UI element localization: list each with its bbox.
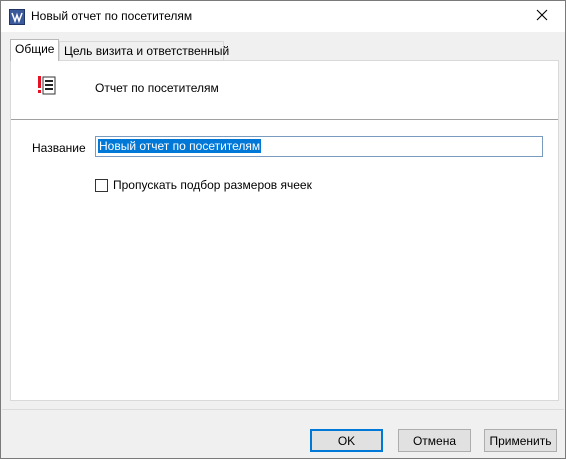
footer-divider bbox=[2, 409, 564, 410]
name-label: Название bbox=[32, 141, 86, 155]
separator-line bbox=[11, 119, 558, 120]
apply-button[interactable]: Применить bbox=[484, 429, 557, 452]
close-icon bbox=[536, 9, 548, 24]
tab-general[interactable]: Общие bbox=[10, 39, 59, 61]
skip-sizing-label: Пропускать подбор размеров ячеек bbox=[113, 178, 312, 192]
title-bar: Новый отчет по посетителям bbox=[1, 1, 565, 32]
name-input[interactable]: Новый отчет по посетителям bbox=[95, 136, 543, 157]
skip-sizing-option[interactable]: Пропускать подбор размеров ячеек bbox=[95, 178, 312, 192]
skip-sizing-checkbox[interactable] bbox=[95, 178, 108, 192]
report-list-icon bbox=[38, 75, 56, 97]
tab-panel-general: Отчет по посетителям Название Новый отче… bbox=[10, 60, 559, 401]
app-logo-icon bbox=[9, 9, 25, 25]
ok-button[interactable]: OK bbox=[310, 429, 383, 452]
name-input-value: Новый отчет по посетителям bbox=[98, 139, 262, 153]
tab-visit-purpose[interactable]: Цель визита и ответственный bbox=[59, 41, 229, 60]
close-button[interactable] bbox=[519, 1, 565, 32]
report-type-label: Отчет по посетителям bbox=[95, 81, 219, 95]
window-title: Новый отчет по посетителям bbox=[31, 9, 193, 23]
dialog-window: Новый отчет по посетителям Общие Цель ви… bbox=[0, 0, 566, 459]
cancel-button[interactable]: Отмена bbox=[398, 429, 471, 452]
